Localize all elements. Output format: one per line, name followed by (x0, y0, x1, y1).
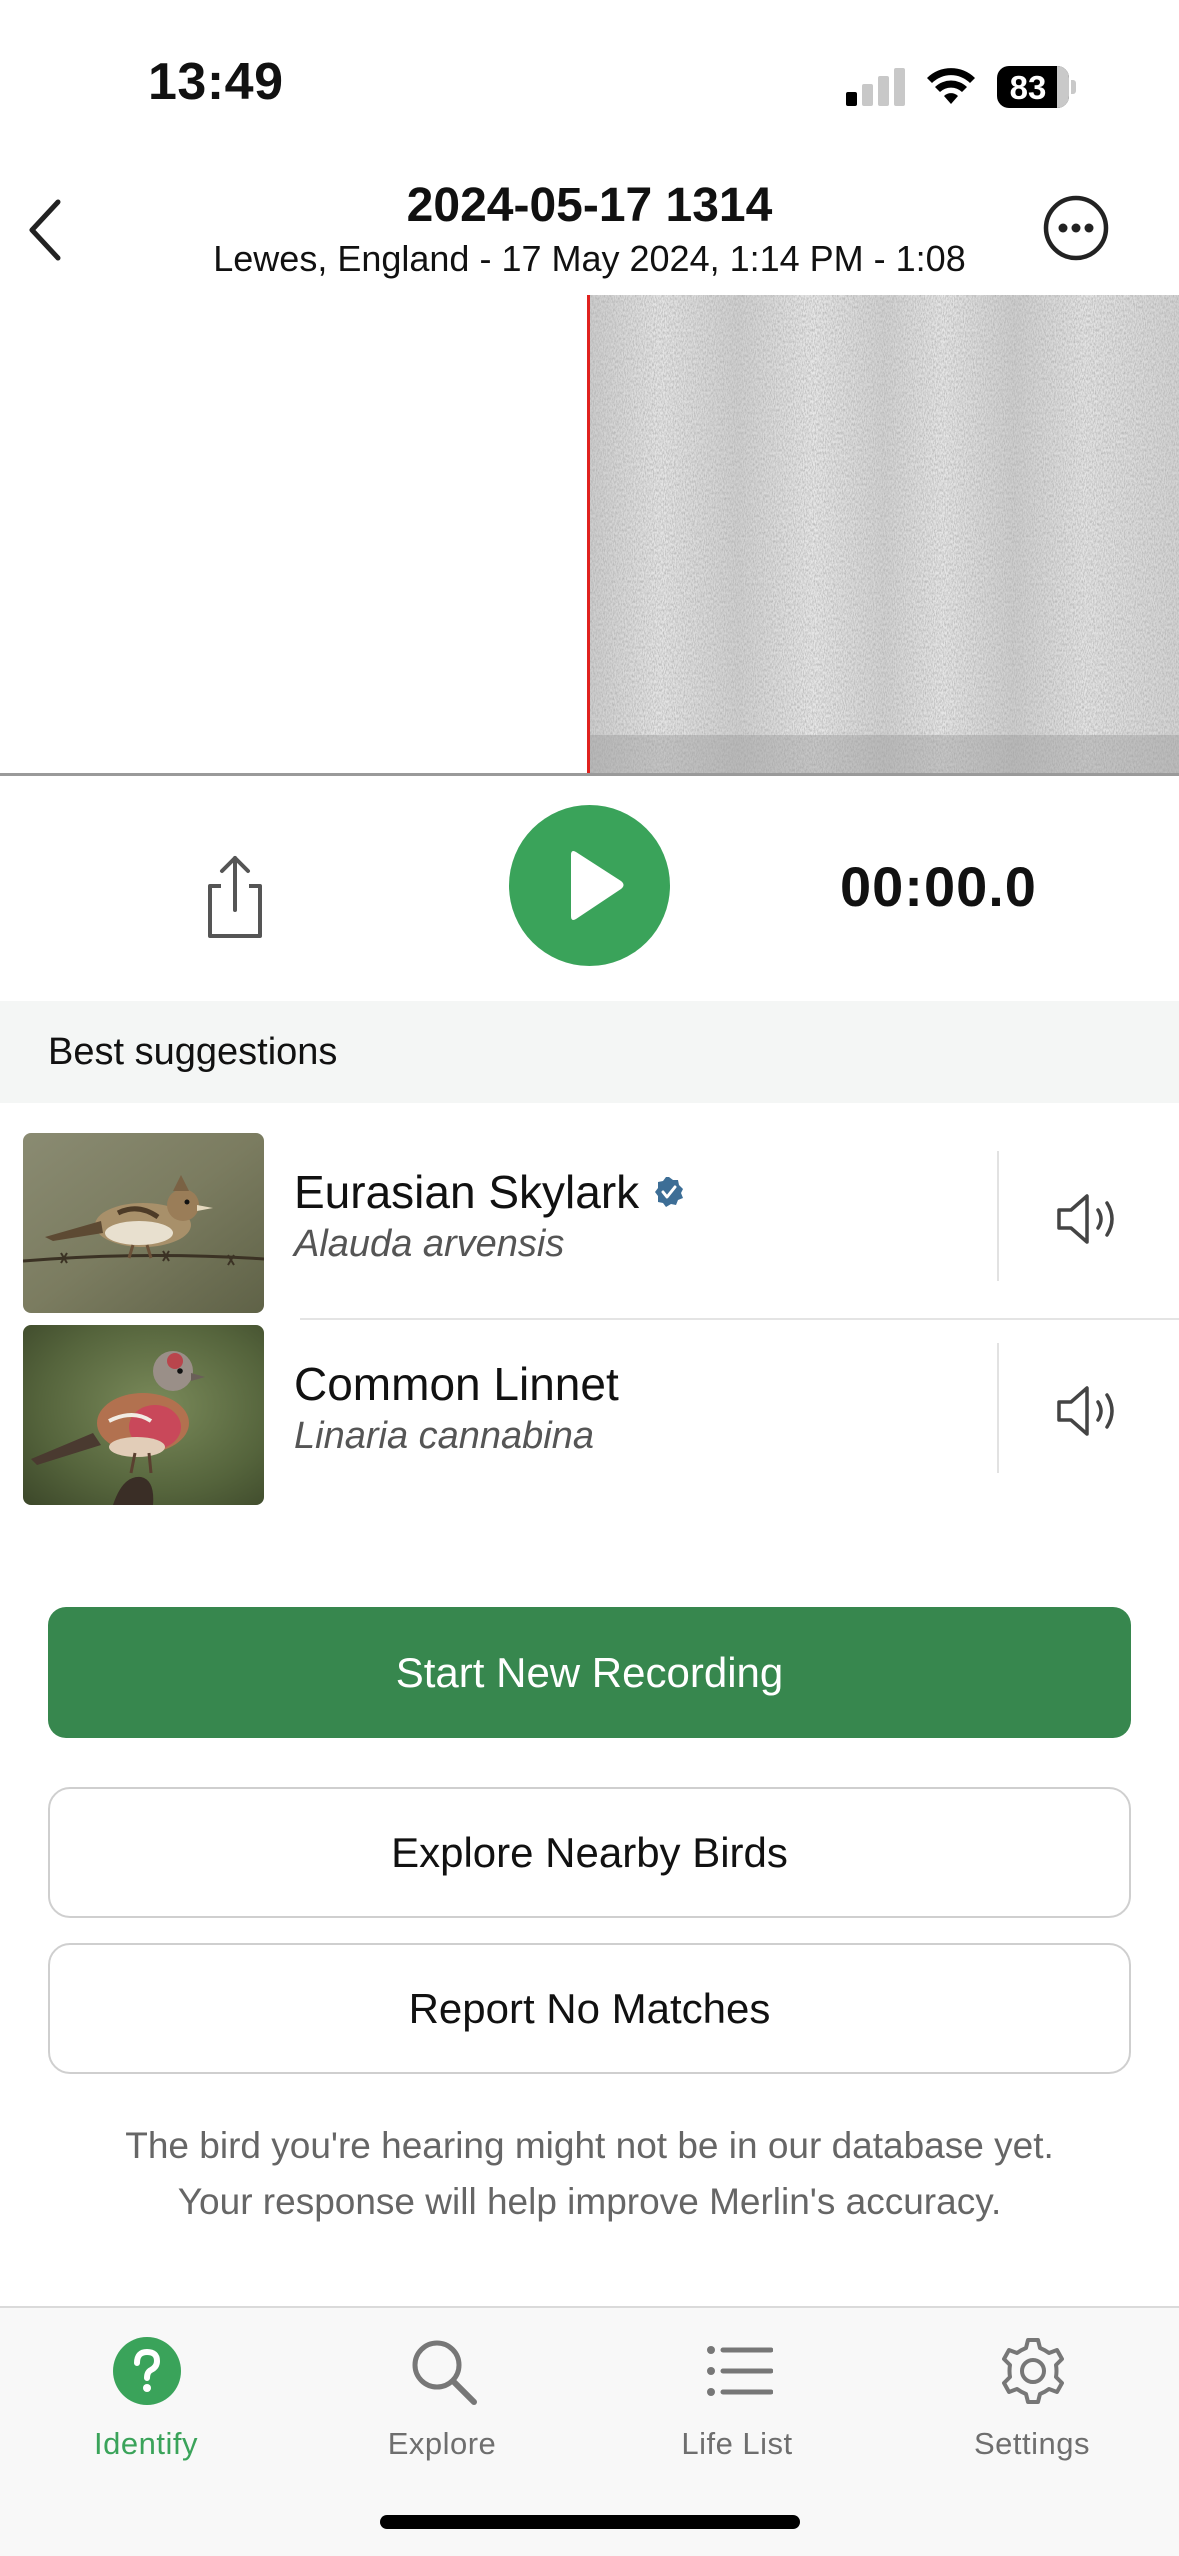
suggestion-row[interactable]: Eurasian Skylark Alauda arvensis (0, 1123, 1179, 1313)
tab-label: Explore (387, 2426, 497, 2461)
explore-nearby-birds-button[interactable]: Explore Nearby Birds (48, 1787, 1131, 1918)
species-scientific-name: Linaria cannabina (294, 1415, 595, 1457)
wifi-icon (927, 68, 975, 104)
playback-controls: 00:00.0 (0, 776, 1179, 1001)
playhead[interactable] (587, 295, 590, 773)
tab-label: Identify (94, 2426, 198, 2461)
recording-title: 2024-05-17 1314 (406, 179, 773, 232)
battery-level: 83 (1009, 69, 1047, 106)
species-photo (23, 1325, 264, 1505)
suggestions-header: Best suggestions (0, 1001, 1179, 1103)
tab-settings[interactable]: Settings (922, 2326, 1142, 2486)
tab-identify[interactable]: Identify (36, 2326, 256, 2486)
cellular-signal-icon (846, 66, 906, 106)
species-photo (23, 1133, 264, 1313)
home-indicator (380, 2515, 800, 2529)
info-line: Your response will help improve Merlin's… (177, 2181, 1002, 2222)
play-button[interactable] (509, 805, 670, 966)
divider (997, 1343, 999, 1473)
speaker-icon[interactable] (1055, 1381, 1121, 1441)
start-new-recording-button[interactable]: Start New Recording (48, 1607, 1131, 1738)
question-circle-icon (113, 2337, 181, 2405)
list-icon (707, 2346, 773, 2396)
species-common-name: Common Linnet (294, 1358, 619, 1410)
elapsed-time: 00:00.0 (840, 855, 1037, 918)
recording-subtitle: Lewes, England - 17 May 2024, 1:14 PM - … (213, 238, 966, 279)
suggestion-row[interactable]: Common Linnet Linaria cannabina (0, 1315, 1179, 1505)
info-line: The bird you're hearing might not be in … (125, 2125, 1054, 2166)
report-no-matches-button[interactable]: Report No Matches (48, 1943, 1131, 2074)
tab-life-list[interactable]: Life List (627, 2326, 847, 2486)
share-icon[interactable] (196, 852, 274, 942)
divider (997, 1151, 999, 1281)
spectrogram[interactable] (0, 295, 1179, 773)
tab-label: Life List (681, 2426, 793, 2461)
tab-label: Settings (973, 2426, 1090, 2461)
info-text: The bird you're hearing might not be in … (0, 2118, 1179, 2230)
play-icon (571, 851, 624, 920)
recording-header: 2024-05-17 1314 Lewes, England - 17 May … (0, 160, 1179, 290)
species-common-name: Eurasian Skylark (294, 1165, 685, 1219)
species-scientific-name: Alauda arvensis (294, 1223, 565, 1265)
tab-explore[interactable]: Explore (332, 2326, 552, 2486)
battery-icon: 83 (997, 66, 1077, 108)
verified-badge-icon (655, 1176, 684, 1207)
status-time: 13:49 (148, 53, 284, 111)
gear-icon (1002, 2338, 1064, 2404)
magnifier-icon (412, 2340, 477, 2405)
speaker-icon[interactable] (1055, 1189, 1121, 1249)
suggestions-heading: Best suggestions (48, 1031, 338, 1073)
ellipsis-circle-icon[interactable] (1043, 195, 1109, 261)
spectrogram-image (590, 295, 1179, 773)
status-bar: 13:49 83 (0, 0, 1179, 150)
